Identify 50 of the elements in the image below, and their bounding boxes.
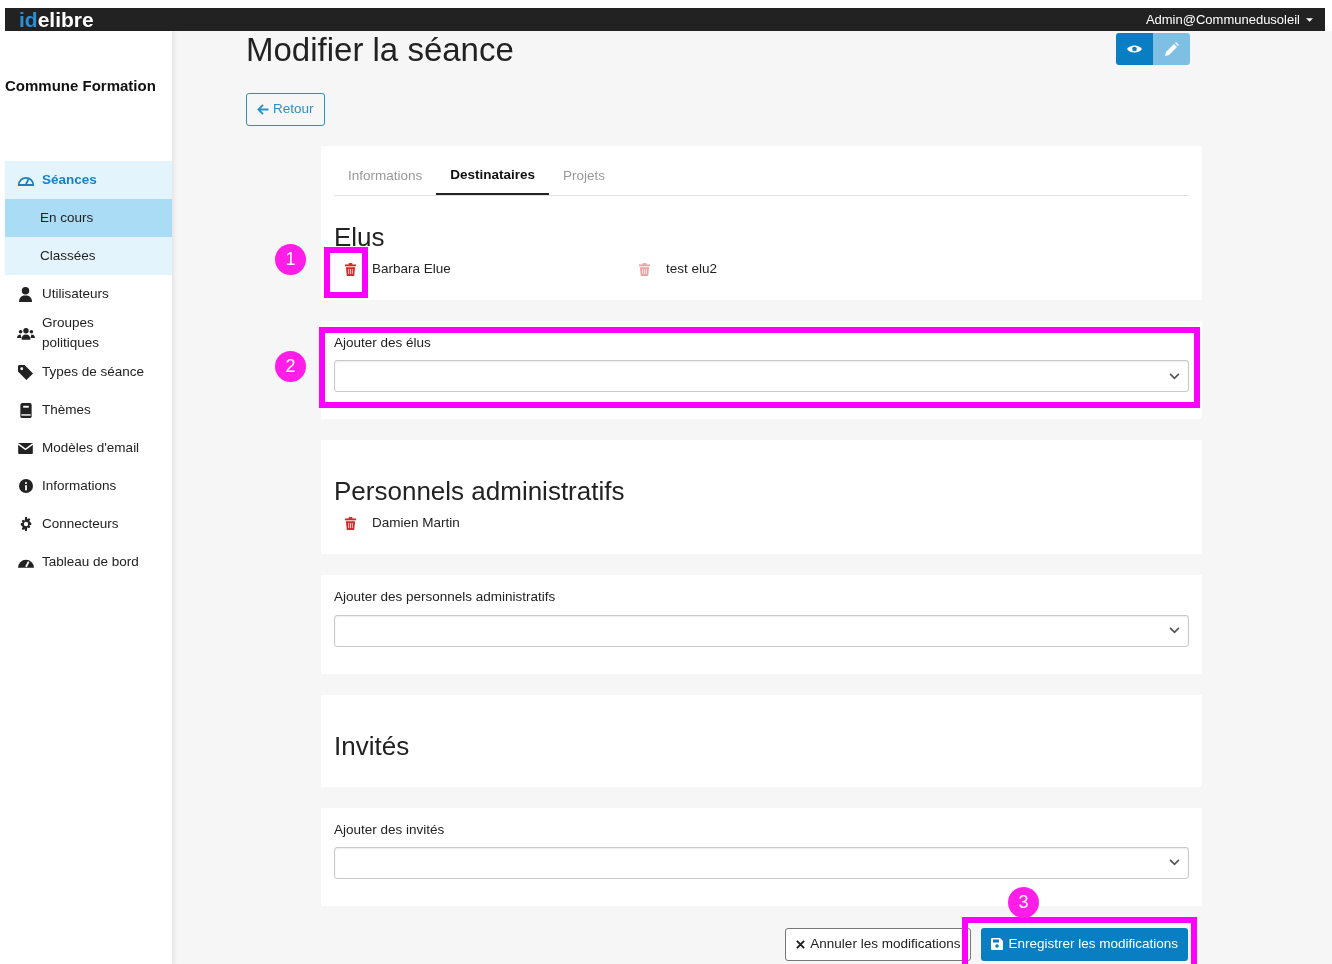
caret-icon <box>1306 17 1313 22</box>
trash-icon[interactable] <box>345 516 356 530</box>
section-title: Elus <box>334 222 386 252</box>
highlight-frame <box>324 247 368 298</box>
sidebar-item[interactable]: Types de séance <box>5 353 172 391</box>
trash-icon[interactable] <box>345 262 356 276</box>
arrow-left-icon <box>257 104 269 115</box>
book-icon <box>19 402 32 418</box>
chevron-down-icon <box>1169 859 1180 867</box>
user-icon <box>19 286 32 302</box>
save-button[interactable]: Enregistrer les modifications <box>981 927 1188 961</box>
field-label: Ajouter des élus <box>334 334 432 352</box>
field-label: Ajouter des personnels administratifs <box>334 588 557 607</box>
cancel-button[interactable]: Annuler les modifications <box>785 927 972 961</box>
eye-icon <box>1127 44 1142 54</box>
chevron-down-icon <box>1169 627 1180 634</box>
sidebar-item[interactable]: Séances <box>5 161 172 199</box>
group-icon <box>16 326 35 340</box>
section-title: Personnels administratifs <box>334 476 626 507</box>
sidebar-item[interactable]: Groupes politiques <box>5 313 172 353</box>
sidebar-item[interactable]: En cours <box>5 199 172 237</box>
select-field[interactable] <box>334 360 1189 393</box>
field-label: Ajouter des invités <box>334 820 446 839</box>
pencil-icon <box>1164 42 1179 56</box>
member-name: Damien Martin <box>372 514 460 533</box>
chevron-down-icon <box>1169 372 1180 380</box>
app-logo[interactable]: idelibre <box>19 9 94 30</box>
settings-icon <box>18 517 33 531</box>
org-name: Commune Formation <box>5 76 157 96</box>
edit-button[interactable] <box>1153 33 1190 65</box>
sidebar-item[interactable]: Tableau de bord <box>5 543 172 581</box>
sidebar-item[interactable]: Classées <box>5 237 172 275</box>
user-menu[interactable]: Admin@Communedusoleil <box>1145 9 1313 30</box>
sidebar-item[interactable]: Thèmes <box>5 391 172 429</box>
sidebar-item[interactable]: Modèles d'email <box>5 429 172 467</box>
section-title: Invités <box>334 730 411 761</box>
member-name: Barbara Elue <box>372 259 451 278</box>
tag-icon <box>18 364 33 380</box>
member-name: test elu2 <box>666 259 718 278</box>
sidebar-item[interactable]: Informations <box>5 467 172 505</box>
info-icon <box>18 479 33 493</box>
sidebar-item[interactable]: Utilisateurs <box>5 275 172 313</box>
close-icon <box>796 939 806 949</box>
select-field[interactable] <box>334 846 1189 879</box>
envelope-icon <box>18 442 33 454</box>
sidebar-item[interactable]: Connecteurs <box>5 505 172 543</box>
tab[interactable]: Destinataires <box>436 158 550 195</box>
page-title: Modifier la séance <box>246 32 514 66</box>
view-button[interactable] <box>1116 33 1153 65</box>
select-field[interactable] <box>334 614 1189 647</box>
